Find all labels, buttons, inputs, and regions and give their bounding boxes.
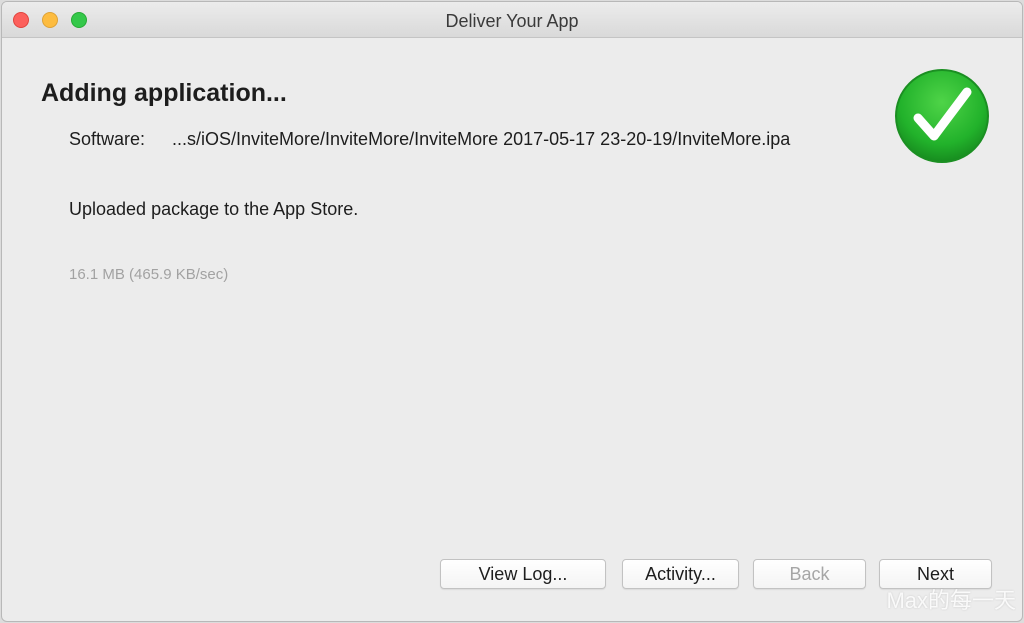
app-window: Deliver Your App Adding application... S… [2, 2, 1022, 621]
activity-button[interactable]: Activity... [622, 559, 739, 589]
title-bar[interactable]: Deliver Your App [2, 2, 1022, 38]
software-label: Software: [69, 129, 146, 149]
software-path: ...s/iOS/InviteMore/InviteMore/InviteMor… [172, 129, 791, 149]
software-row: Software: ...s/iOS/InviteMore/InviteMore/… [69, 129, 790, 150]
window-title: Deliver Your App [445, 11, 579, 31]
back-button: Back [753, 559, 866, 589]
transfer-info-text: 16.1 MB (465.9 KB/sec) [69, 266, 229, 283]
watermark: Max的每一天 [886, 588, 1016, 613]
page-heading: Adding application... [41, 79, 287, 107]
upload-status-text: Uploaded package to the App Store. [69, 199, 359, 219]
checkmark-circle-icon [895, 69, 989, 163]
view-log-button[interactable]: View Log... [440, 559, 606, 589]
